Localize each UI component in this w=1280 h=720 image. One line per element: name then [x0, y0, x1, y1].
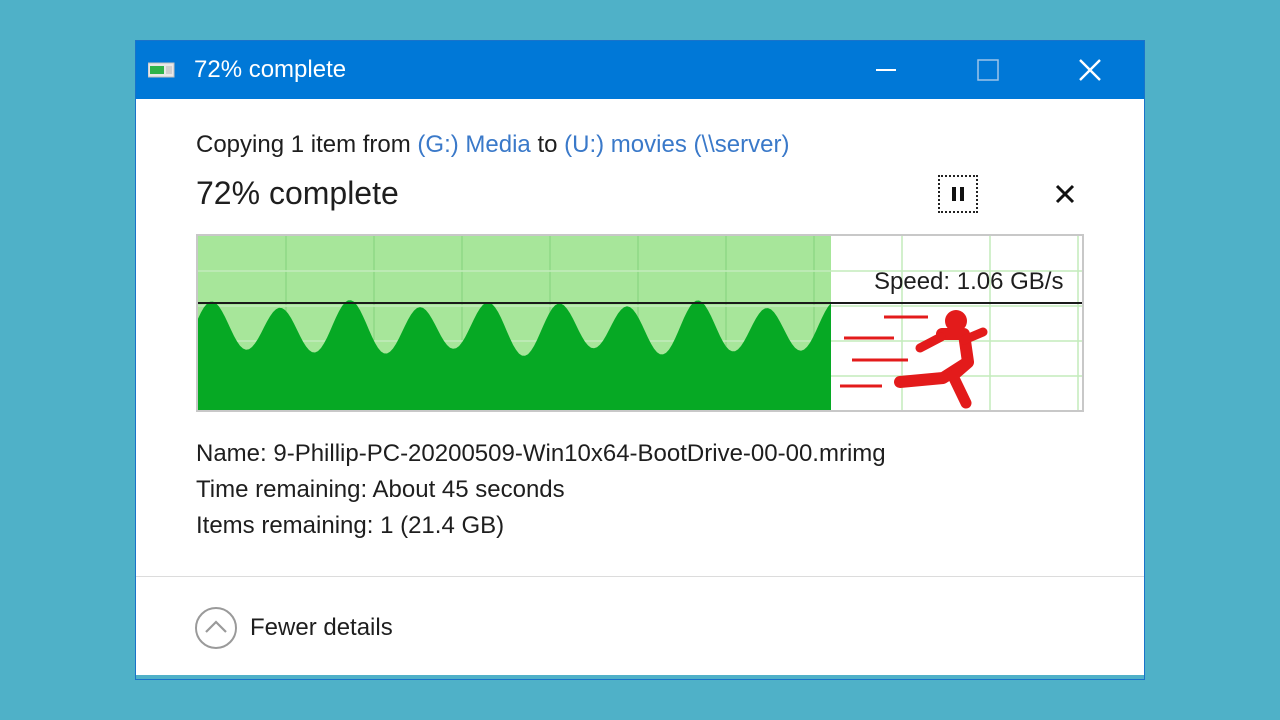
- items-remaining-label: Items remaining:: [196, 512, 374, 539]
- fewer-details-toggle[interactable]: Fewer details: [194, 606, 393, 650]
- progress-heading: 72% complete: [196, 175, 399, 211]
- items-remaining-value: 1 (21.4 GB): [380, 512, 505, 539]
- fewer-details-label: Fewer details: [250, 614, 393, 641]
- copying-prefix: Copying 1 item from: [196, 131, 411, 158]
- chevron-up-circle-icon: [195, 607, 237, 649]
- source-link[interactable]: (G:) Media: [417, 131, 530, 158]
- maximize-button[interactable]: [960, 41, 1016, 99]
- file-name-value: 9-Phillip-PC-20200509-Win10x64-BootDrive…: [273, 440, 886, 467]
- transfer-speed-graph: Speed: 1.06 GB/s: [196, 234, 1084, 412]
- time-remaining-value: About 45 seconds: [372, 476, 565, 503]
- pause-button[interactable]: [938, 175, 978, 213]
- footer-divider: [136, 576, 1144, 577]
- title-bar: 72% complete: [136, 41, 1144, 99]
- close-button[interactable]: [1062, 41, 1118, 99]
- time-remaining-label: Time remaining:: [196, 476, 368, 503]
- minimize-button[interactable]: [858, 41, 914, 99]
- speed-label: Speed: 1.06 GB/s: [874, 268, 1064, 295]
- copy-dialog-window: 72% complete Copying 1 item from (G:) Me…: [135, 40, 1145, 680]
- window-title: 72% complete: [194, 56, 347, 83]
- cancel-copy-button[interactable]: [1050, 179, 1080, 209]
- to-word: to: [537, 131, 558, 158]
- time-remaining-row: Time remaining: About 45 seconds: [196, 472, 886, 508]
- minimize-icon: [876, 69, 896, 71]
- pause-icon: [952, 187, 964, 201]
- running-man-icon: [840, 310, 988, 409]
- transfer-details: Name: 9-Phillip-PC-20200509-Win10x64-Boo…: [196, 436, 886, 544]
- speed-graph-canvas: [198, 236, 1082, 410]
- name-label: Name:: [196, 440, 267, 467]
- destination-link[interactable]: (U:) movies (\\server): [564, 131, 789, 158]
- name-row: Name: 9-Phillip-PC-20200509-Win10x64-Boo…: [196, 436, 886, 472]
- maximize-icon: [977, 59, 999, 81]
- close-icon: [1079, 59, 1101, 81]
- copying-summary: Copying 1 item from (G:) Media to (U:) m…: [196, 131, 789, 159]
- window-bottom-edge: [136, 675, 1144, 679]
- cancel-icon: [1055, 184, 1075, 204]
- file-copy-app-icon: [148, 62, 175, 78]
- items-remaining-row: Items remaining: 1 (21.4 GB): [196, 508, 886, 544]
